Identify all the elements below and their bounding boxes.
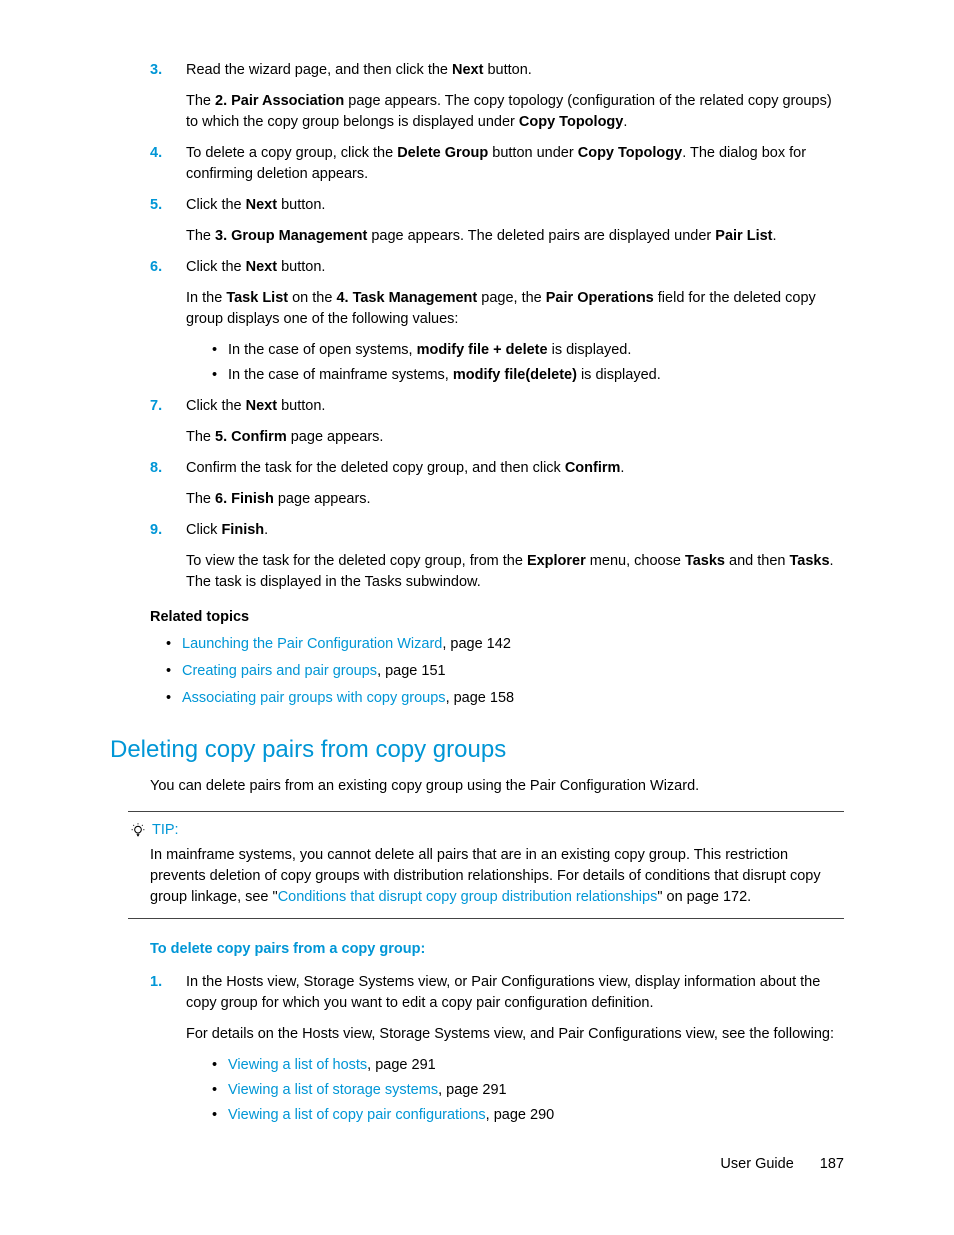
step-text: Read the wizard page, and then click the… <box>186 60 844 81</box>
bullet-item: Viewing a list of storage systems, page … <box>212 1080 844 1101</box>
cross-reference-link[interactable]: Associating pair groups with copy groups <box>182 690 446 706</box>
related-item: Creating pairs and pair groups, page 151 <box>166 661 844 682</box>
cross-reference-link[interactable]: Launching the Pair Configuration Wizard <box>182 636 442 652</box>
step-text: Click the Next button. <box>186 195 844 216</box>
tip-text: In mainframe systems, you cannot delete … <box>150 845 844 908</box>
footer-page-number: 187 <box>820 1156 844 1172</box>
related-item: Associating pair groups with copy groups… <box>166 688 844 709</box>
procedure-step: 6. Click the Next button. In the Task List… <box>150 257 844 386</box>
procedure-step: 9. Click Finish. To view the task for the … <box>150 520 844 593</box>
step-text: Click Finish. <box>186 520 844 541</box>
step-text: Click the Next button. <box>186 396 844 417</box>
step-followup: To view the task for the deleted copy gr… <box>186 551 844 593</box>
procedure-steps-b: 1. In the Hosts view, Storage Systems vie… <box>150 972 844 1126</box>
step-followup: The 3. Group Management page appears. Th… <box>186 226 844 247</box>
cross-reference-link[interactable]: Viewing a list of storage systems <box>228 1082 438 1098</box>
procedure-heading: To delete copy pairs from a copy group: <box>150 939 844 960</box>
step-number: 4. <box>150 143 162 164</box>
bullet-item: Viewing a list of copy pair configuratio… <box>212 1105 844 1126</box>
procedure-step: 1. In the Hosts view, Storage Systems vie… <box>150 972 844 1126</box>
procedure-step: 7. Click the Next button. The 5. Confirm p… <box>150 396 844 448</box>
step-number: 8. <box>150 458 162 479</box>
cross-reference-link[interactable]: Viewing a list of hosts <box>228 1057 367 1073</box>
step-followup: The 2. Pair Association page appears. Th… <box>186 91 844 133</box>
tip-label: TIP: <box>152 820 179 841</box>
section-intro: You can delete pairs from an existing co… <box>150 776 844 797</box>
tip-block: TIP: In mainframe systems, you cannot de… <box>128 811 844 919</box>
step-text: Click the Next button. <box>186 257 844 278</box>
related-item: Launching the Pair Configuration Wizard,… <box>166 634 844 655</box>
procedure-step: 8. Confirm the task for the deleted copy … <box>150 458 844 510</box>
footer-label: User Guide <box>720 1156 793 1172</box>
procedure-step: 4. To delete a copy group, click the Dele… <box>150 143 844 185</box>
step-followup: The 5. Confirm page appears. <box>186 427 844 448</box>
step-followup: The 6. Finish page appears. <box>186 489 844 510</box>
related-topics-heading: Related topics <box>150 607 844 628</box>
step-number: 9. <box>150 520 162 541</box>
cross-reference-link[interactable]: Creating pairs and pair groups <box>182 663 377 679</box>
step-text: To delete a copy group, click the Delete… <box>186 143 844 185</box>
step-bullets: In the case of open systems, modify file… <box>212 340 844 386</box>
procedure-step: 5. Click the Next button. The 3. Group Man… <box>150 195 844 247</box>
section-heading: Deleting copy pairs from copy groups <box>110 733 844 768</box>
tip-icon <box>130 823 146 839</box>
step-number: 1. <box>150 972 162 993</box>
cross-reference-link[interactable]: Viewing a list of copy pair configuratio… <box>228 1107 486 1123</box>
step-followup: In the Task List on the 4. Task Manageme… <box>186 288 844 330</box>
cross-reference-link[interactable]: Conditions that disrupt copy group distr… <box>278 889 658 905</box>
step-text: Confirm the task for the deleted copy gr… <box>186 458 844 479</box>
bullet-item: In the case of open systems, modify file… <box>212 340 844 361</box>
related-topics-list: Launching the Pair Configuration Wizard,… <box>166 634 844 709</box>
step-followup: For details on the Hosts view, Storage S… <box>186 1024 844 1045</box>
step-number: 3. <box>150 60 162 81</box>
step-number: 5. <box>150 195 162 216</box>
bullet-item: Viewing a list of hosts, page 291 <box>212 1055 844 1076</box>
page-footer: User Guide 187 <box>720 1154 844 1175</box>
step-text: In the Hosts view, Storage Systems view,… <box>186 972 844 1014</box>
document-page: 3. Read the wizard page, and then click t… <box>0 0 954 1235</box>
step-link-bullets: Viewing a list of hosts, page 291Viewing… <box>212 1055 844 1126</box>
step-number: 7. <box>150 396 162 417</box>
step-number: 6. <box>150 257 162 278</box>
bullet-item: In the case of mainframe systems, modify… <box>212 365 844 386</box>
procedure-steps-a: 3. Read the wizard page, and then click t… <box>150 60 844 593</box>
procedure-step: 3. Read the wizard page, and then click t… <box>150 60 844 133</box>
